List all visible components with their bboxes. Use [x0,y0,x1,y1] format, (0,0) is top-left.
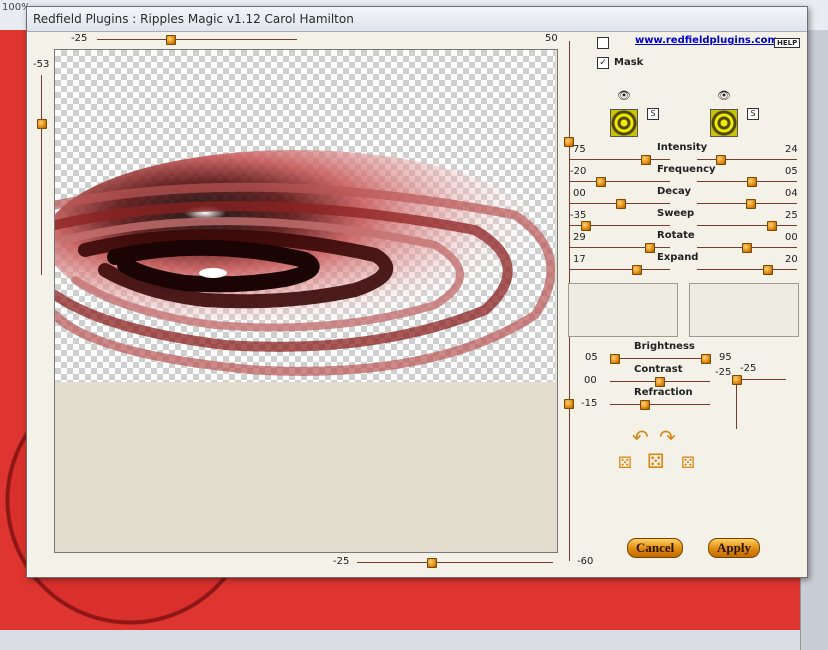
expand-left-knob[interactable] [632,265,642,275]
dice-icon[interactable]: ⚄ [681,453,695,472]
frequency-right-knob[interactable] [747,177,757,187]
refraction-value: -15 [581,398,598,409]
rotate-left-icon[interactable]: ↶ [632,425,649,449]
brightness-track[interactable] [610,358,710,359]
eye-icon[interactable]: 👁 [617,89,631,102]
frequency-right-value: 05 [785,166,798,177]
cross-slider-horizontal-value: -25 [740,363,757,374]
preview-panel-right [689,283,799,337]
right-slider-knob-bottom[interactable] [564,399,574,409]
swap-button-2[interactable]: S [747,108,759,120]
top-slider-max: 50 [545,33,558,44]
cross-slider-vertical-value: -25 [715,367,732,378]
bottom-slider-max: -60 [577,556,594,567]
help-button[interactable]: HELP [774,38,801,48]
dialog-titlebar[interactable]: Redfield Plugins : Ripples Magic v1.12 C… [27,7,807,32]
frequency-left-value: -20 [570,166,587,177]
contrast-value: 00 [584,375,597,386]
mask-label: Mask [614,57,644,68]
website-link[interactable]: www.redfieldplugins.com [635,35,778,46]
sweep-right-value: 25 [785,210,798,221]
rotate-left-knob[interactable] [645,243,655,253]
dice-large-icon[interactable]: ⚄ [647,449,664,473]
contrast-label: Contrast [634,364,683,375]
decay-right-value: 04 [785,188,798,199]
frequency-left-knob[interactable] [596,177,606,187]
left-slider-track[interactable] [41,75,42,275]
intensity-label: Intensity [657,142,708,153]
mask-checkbox[interactable]: ✓ [597,57,609,69]
sweep-left-value: -35 [570,210,587,221]
left-slider-value: -53 [33,59,50,70]
refraction-knob[interactable] [640,400,650,410]
decay-left-value: 00 [573,188,586,199]
cross-slider-knob[interactable] [732,375,742,385]
refraction-track[interactable] [610,404,710,405]
brightness-left-value: 05 [585,352,598,363]
decay-label: Decay [657,186,691,197]
bottom-slider-min: -25 [333,556,350,567]
expand-right-knob[interactable] [763,265,773,275]
bottom-slider-track[interactable] [357,562,553,563]
preview-transparency [55,50,555,382]
expand-label: Expand [657,252,699,263]
sweep-left-knob[interactable] [581,221,591,231]
decay-left-knob[interactable] [616,199,626,209]
intensity-right-value: 24 [785,144,798,155]
option-checkbox[interactable] [597,37,609,49]
brightness-right-value: 95 [719,352,732,363]
sweep-label: Sweep [657,208,695,219]
rotate-right-knob[interactable] [742,243,752,253]
expand-left-value: 17 [573,254,586,265]
sweep-right-track[interactable] [697,225,797,226]
intensity-left-value: 75 [573,144,586,155]
eye-icon[interactable]: 👁 [717,89,731,102]
top-slider-track[interactable] [97,39,297,40]
preview-area[interactable] [54,49,558,553]
decay-right-knob[interactable] [746,199,756,209]
intensity-left-track[interactable] [570,159,670,160]
intensity-right-knob[interactable] [716,155,726,165]
bottom-slider-knob[interactable] [427,558,437,568]
rotate-label: Rotate [657,230,695,241]
refraction-label: Refraction [634,387,693,398]
intensity-right-track[interactable] [697,159,797,160]
top-slider-knob[interactable] [166,35,176,45]
swap-button-1[interactable]: S [647,108,659,120]
brightness-label: Brightness [634,341,695,352]
pattern-thumbnail-1[interactable] [610,109,638,137]
dialog-title: Redfield Plugins : Ripples Magic v1.12 C… [33,12,354,26]
brightness-knob-left[interactable] [610,354,620,364]
left-slider-knob[interactable] [37,119,47,129]
rotate-right-icon[interactable]: ↷ [659,425,676,449]
frequency-label: Frequency [657,164,716,175]
top-slider-min: -25 [71,33,88,44]
apply-button[interactable]: Apply [708,538,760,558]
sweep-right-knob[interactable] [767,221,777,231]
preview-panel-left [568,283,678,337]
rotate-left-value: 29 [573,232,586,243]
rotate-right-value: 00 [785,232,798,243]
pattern-thumbnail-2[interactable] [710,109,738,137]
rotate-left-track[interactable] [570,247,670,248]
expand-right-track[interactable] [697,269,797,270]
dice-icon[interactable]: ⚄ [618,453,632,472]
ripple-preview-image [55,150,555,376]
cancel-button[interactable]: Cancel [627,538,684,558]
brightness-knob-right[interactable] [701,354,711,364]
frequency-left-track[interactable] [570,181,670,182]
expand-right-value: 20 [785,254,798,265]
plugin-dialog: Redfield Plugins : Ripples Magic v1.12 C… [26,6,808,578]
expand-left-track[interactable] [570,269,670,270]
intensity-left-knob[interactable] [641,155,651,165]
contrast-knob[interactable] [655,377,665,387]
